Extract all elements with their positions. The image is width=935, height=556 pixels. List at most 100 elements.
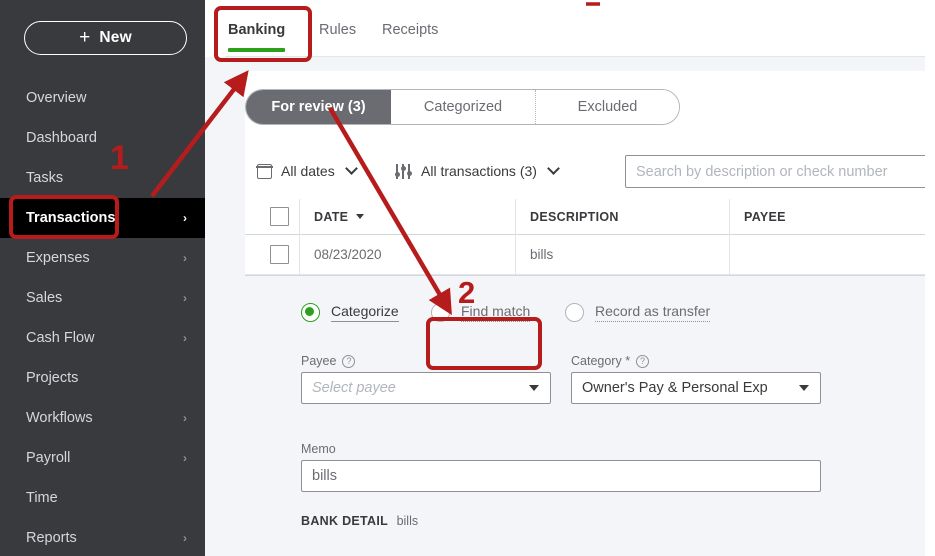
payee-field-label: Payee ?: [301, 354, 356, 368]
help-icon[interactable]: ?: [342, 354, 356, 368]
tab-rules[interactable]: Rules: [319, 22, 356, 38]
sidebar-item-label: Tasks: [26, 170, 64, 186]
sidebar-item-reports[interactable]: Reports ›: [0, 518, 205, 556]
select-all-checkbox[interactable]: [269, 207, 289, 226]
content-left-gutter: [205, 0, 225, 556]
cell-value: 08/23/2020: [314, 247, 382, 262]
search-box[interactable]: [625, 155, 935, 188]
action-radio-group: Categorize Find match Record as transfer: [245, 298, 935, 332]
radio-record-as-transfer[interactable]: Record as transfer: [565, 298, 711, 326]
chevron-down-icon: [547, 161, 560, 175]
sidebar-item-label: Dashboard: [26, 130, 97, 146]
date-filter-dropdown[interactable]: All dates: [256, 151, 358, 191]
cell-description: bills: [515, 234, 729, 275]
cell-value: bills: [530, 247, 554, 262]
new-button[interactable]: + New: [24, 21, 187, 55]
filter-row: All dates All transactions (3): [245, 151, 935, 191]
sidebar-item-payroll[interactable]: Payroll ›: [0, 438, 205, 478]
sidebar-item-label: Workflows: [26, 410, 93, 426]
memo-value: bills: [312, 468, 337, 484]
radio-button-icon[interactable]: [565, 302, 584, 322]
sidebar-item-label: Time: [26, 490, 58, 506]
search-input[interactable]: [626, 156, 935, 187]
sidebar-item-transactions[interactable]: Transactions ›: [0, 198, 205, 238]
segment-categorized[interactable]: Categorized: [391, 90, 536, 124]
main-content: Banking Rules Receipts For review (3) Ca…: [205, 0, 935, 556]
radio-label: Categorize: [331, 303, 399, 322]
segment-label: For review (3): [271, 99, 366, 115]
column-header-payee[interactable]: PAYEE: [729, 198, 935, 235]
sidebar-item-dashboard[interactable]: Dashboard: [0, 118, 205, 158]
field-label-text: Payee: [301, 354, 337, 368]
segment-label: Excluded: [577, 99, 638, 115]
radio-categorize[interactable]: Categorize: [301, 298, 399, 326]
column-header-label: PAYEE: [744, 209, 786, 224]
payee-select[interactable]: Select payee: [301, 372, 551, 404]
memo-input[interactable]: bills: [301, 460, 821, 492]
memo-field-label: Memo: [301, 442, 336, 456]
bank-detail: BANK DETAIL bills: [301, 514, 418, 528]
sidebar-item-label: Reports: [26, 530, 77, 546]
segment-excluded[interactable]: Excluded: [536, 90, 679, 124]
chevron-right-icon: ›: [183, 251, 187, 265]
radio-label: Record as transfer: [595, 303, 711, 322]
radio-button-icon[interactable]: [431, 302, 450, 322]
category-field-label: Category * ?: [571, 354, 650, 368]
column-header-description[interactable]: DESCRIPTION: [515, 198, 729, 235]
sliders-icon: [394, 163, 412, 179]
sidebar-item-label: Expenses: [26, 250, 90, 266]
app-window: + New Overview Dashboard Tasks Transacti…: [0, 0, 935, 556]
sidebar-item-workflows[interactable]: Workflows ›: [0, 398, 205, 438]
sidebar-item-label: Projects: [26, 370, 79, 386]
sidebar: + New Overview Dashboard Tasks Transacti…: [0, 0, 205, 556]
sidebar-item-label: Overview: [26, 90, 87, 106]
segment-for-review[interactable]: For review (3): [246, 90, 391, 124]
date-filter-label: All dates: [281, 163, 335, 179]
column-header-label: DATE: [314, 209, 349, 224]
tab-receipts[interactable]: Receipts: [382, 22, 438, 38]
row-select-cell: [245, 235, 299, 275]
field-label-text: Category *: [571, 354, 631, 368]
table-row[interactable]: 08/23/2020 bills: [245, 234, 935, 275]
radio-button-icon[interactable]: [301, 302, 320, 322]
sidebar-item-time[interactable]: Time: [0, 478, 205, 518]
sort-descending-icon: [356, 214, 365, 219]
sidebar-item-expenses[interactable]: Expenses ›: [0, 238, 205, 278]
sidebar-item-overview[interactable]: Overview: [0, 78, 205, 118]
chevron-down-icon: [344, 161, 358, 175]
sidebar-item-label: Sales: [26, 290, 63, 306]
bank-detail-value: bills: [396, 514, 419, 528]
chevron-right-icon: ›: [183, 331, 187, 345]
sidebar-item-projects[interactable]: Projects: [0, 358, 205, 398]
category-select-value: Owner's Pay & Personal Exp: [582, 380, 768, 396]
status-segmented-control: For review (3) Categorized Excluded: [245, 89, 680, 125]
radio-find-match[interactable]: Find match: [431, 298, 531, 326]
chevron-right-icon: ›: [183, 451, 187, 465]
tab-label: Receipts: [382, 22, 439, 38]
table-header-row: DATE DESCRIPTION PAYEE: [245, 198, 935, 235]
bank-detail-label: BANK DETAIL: [301, 514, 389, 528]
sidebar-nav: Overview Dashboard Tasks Transactions › …: [0, 78, 205, 556]
row-checkbox[interactable]: [269, 245, 289, 264]
column-header-label: DESCRIPTION: [530, 209, 619, 224]
sidebar-item-tasks[interactable]: Tasks: [0, 158, 205, 198]
chevron-right-icon: ›: [183, 291, 187, 305]
transaction-type-filter-dropdown[interactable]: All transactions (3): [394, 151, 560, 191]
top-tab-bar: Banking Rules Receipts: [205, 0, 935, 57]
category-select[interactable]: Owner's Pay & Personal Exp: [571, 372, 821, 404]
sidebar-item-label: Payroll: [26, 450, 71, 466]
sidebar-item-label: Cash Flow: [26, 330, 95, 346]
help-icon[interactable]: ?: [636, 354, 650, 368]
chevron-down-icon: [529, 385, 539, 391]
sidebar-item-cash-flow[interactable]: Cash Flow ›: [0, 318, 205, 358]
tab-label: Banking: [228, 22, 286, 38]
transaction-filter-label: All transactions (3): [421, 163, 537, 179]
chevron-right-icon: ›: [183, 411, 187, 425]
sidebar-item-sales[interactable]: Sales ›: [0, 278, 205, 318]
segment-label: Categorized: [423, 99, 503, 115]
payee-select-placeholder: Select payee: [312, 380, 396, 396]
cell-payee: [729, 234, 935, 275]
column-header-date[interactable]: DATE: [299, 198, 515, 235]
tab-banking[interactable]: Banking: [228, 22, 286, 52]
sidebar-item-label: Transactions: [26, 210, 116, 226]
